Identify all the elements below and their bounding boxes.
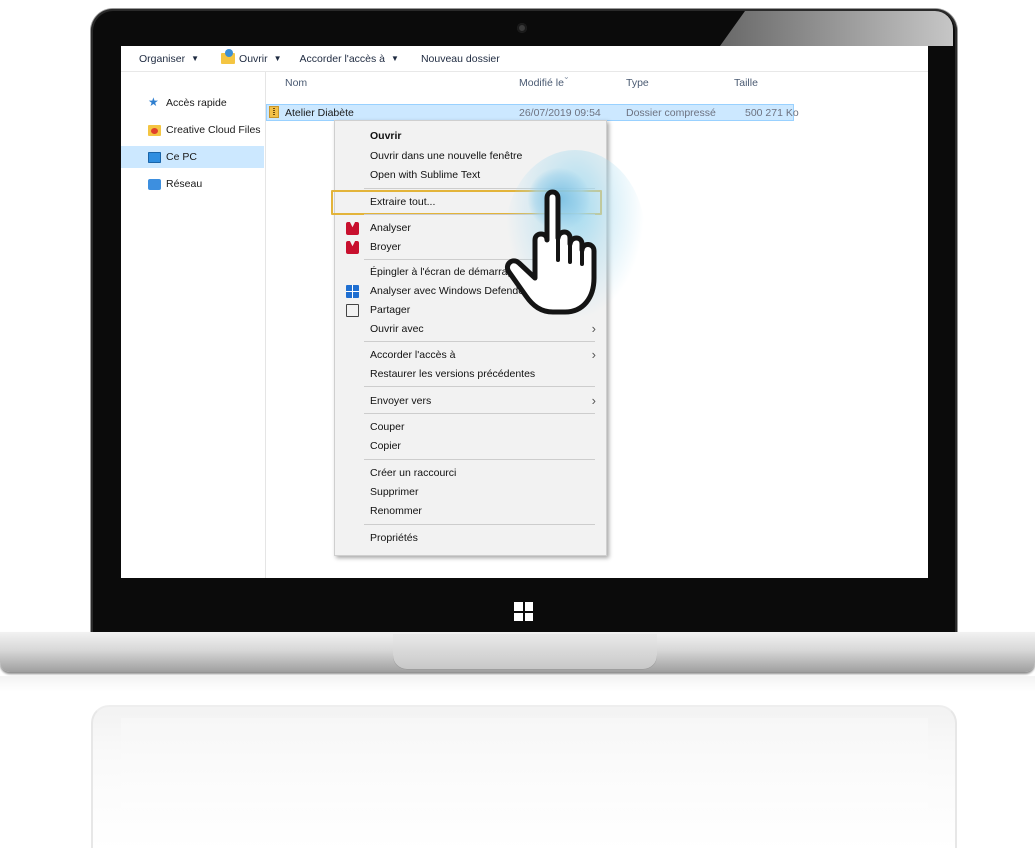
menu-item-label: Supprimer bbox=[370, 486, 419, 498]
nav-item-network[interactable]: Réseau bbox=[121, 173, 265, 195]
menu-item-label: Open with Sublime Text bbox=[370, 169, 481, 181]
menu-item-rename[interactable]: Renommer bbox=[335, 501, 606, 521]
webcam-icon bbox=[517, 23, 527, 33]
network-icon bbox=[148, 178, 161, 190]
menu-item-delete[interactable]: Supprimer bbox=[335, 482, 606, 502]
file-size: 500 271 Ko bbox=[745, 107, 799, 119]
menu-item-open-with[interactable]: Ouvrir avec › bbox=[335, 319, 606, 339]
base-reflection bbox=[0, 676, 1035, 692]
menu-item-properties[interactable]: Propriétés bbox=[335, 528, 606, 548]
menu-item-label: Couper bbox=[370, 421, 405, 433]
pin-icon bbox=[148, 95, 161, 109]
pointing-hand-icon bbox=[504, 189, 597, 315]
windows-logo-icon bbox=[514, 602, 533, 621]
nav-item-quick-access[interactable]: Accès rapide bbox=[121, 92, 265, 114]
nav-item-label: Accès rapide bbox=[166, 97, 227, 109]
menu-item-create-shortcut[interactable]: Créer un raccourci bbox=[335, 463, 606, 483]
bezel-glare bbox=[720, 11, 953, 46]
open-folder-icon bbox=[221, 49, 236, 64]
nav-item-label: Creative Cloud Files bbox=[166, 124, 261, 136]
open-button[interactable]: Ouvrir ▼ bbox=[221, 49, 282, 65]
menu-item-label: Envoyer vers bbox=[370, 395, 432, 407]
menu-item-label: Restaurer les versions précédentes bbox=[370, 368, 536, 380]
menu-item-label: Propriétés bbox=[370, 532, 418, 544]
menu-item-label: Partager bbox=[370, 304, 411, 316]
zip-folder-icon bbox=[269, 106, 279, 118]
menu-item-label: Broyer bbox=[370, 241, 401, 253]
sort-chevron-icon: ⌄ bbox=[563, 72, 570, 81]
laptop-mockup: Organiser ▼ Ouvrir ▼ Accorder l'accès à … bbox=[0, 0, 1035, 848]
menu-item-grant-access[interactable]: Accorder l'accès à › bbox=[335, 345, 606, 365]
menu-item-label: Accorder l'accès à bbox=[370, 349, 456, 361]
chevron-down-icon: ▼ bbox=[191, 54, 200, 63]
share-access-label: Accorder l'accès à bbox=[299, 52, 386, 65]
menu-item-restore-versions[interactable]: Restaurer les versions précédentes bbox=[335, 364, 606, 384]
menu-item-label: Ouvrir avec bbox=[370, 323, 424, 335]
open-label: Ouvrir bbox=[239, 52, 268, 65]
column-header-modified[interactable]: Modifié le bbox=[519, 77, 564, 93]
creative-cloud-folder-icon bbox=[148, 124, 161, 136]
menu-separator bbox=[364, 341, 595, 342]
organize-button[interactable]: Organiser ▼ bbox=[139, 53, 199, 65]
nav-item-creative-cloud[interactable]: Creative Cloud Files bbox=[121, 119, 265, 141]
chevron-down-icon: ▼ bbox=[273, 54, 282, 63]
file-type: Dossier compressé bbox=[626, 107, 716, 119]
column-header-type[interactable]: Type bbox=[626, 77, 649, 93]
file-modified: 26/07/2019 09:54 bbox=[519, 107, 601, 119]
organize-label: Organiser bbox=[139, 52, 186, 65]
menu-item-label: Ouvrir dans une nouvelle fenêtre bbox=[370, 150, 523, 162]
screen-reflection bbox=[121, 718, 928, 808]
menu-item-open[interactable]: Ouvrir bbox=[335, 126, 606, 146]
menu-item-label: Analyser bbox=[370, 222, 411, 234]
mcafee-icon bbox=[346, 222, 359, 235]
menu-separator bbox=[364, 413, 595, 414]
share-access-button[interactable]: Accorder l'accès à ▼ bbox=[300, 53, 399, 65]
new-folder-label: Nouveau dossier bbox=[420, 52, 500, 65]
menu-item-label: Créer un raccourci bbox=[370, 467, 457, 479]
share-icon bbox=[346, 304, 359, 317]
chevron-right-icon: › bbox=[591, 347, 596, 362]
menu-item-copy[interactable]: Copier bbox=[335, 436, 606, 456]
menu-separator bbox=[364, 524, 595, 525]
chevron-right-icon: › bbox=[591, 321, 596, 336]
file-name: Atelier Diabète bbox=[285, 107, 354, 119]
nav-item-label: Réseau bbox=[166, 178, 203, 190]
menu-item-label: Ouvrir bbox=[370, 130, 402, 142]
menu-item-cut[interactable]: Couper bbox=[335, 417, 606, 437]
menu-item-label: Copier bbox=[370, 440, 401, 452]
menu-separator bbox=[364, 386, 595, 387]
menu-item-send-to[interactable]: Envoyer vers › bbox=[335, 391, 606, 411]
column-header-size[interactable]: Taille bbox=[734, 77, 758, 93]
nav-item-label: Ce PC bbox=[166, 151, 197, 163]
navigation-pane: Accès rapide Creative Cloud Files Ce PC … bbox=[121, 72, 266, 578]
menu-separator bbox=[364, 459, 595, 460]
column-header-name[interactable]: Nom bbox=[285, 77, 307, 93]
mcafee-icon bbox=[346, 241, 359, 254]
chevron-right-icon: › bbox=[591, 393, 596, 408]
chevron-down-icon: ▼ bbox=[391, 54, 399, 63]
nav-item-this-pc[interactable]: Ce PC bbox=[121, 146, 264, 168]
windows-defender-icon bbox=[346, 285, 359, 298]
computer-icon bbox=[148, 151, 161, 163]
command-bar: Organiser ▼ Ouvrir ▼ Accorder l'accès à … bbox=[121, 46, 928, 72]
laptop-notch bbox=[393, 634, 657, 670]
menu-item-label: Extraire tout... bbox=[370, 196, 436, 208]
new-folder-button[interactable]: Nouveau dossier bbox=[421, 53, 500, 65]
menu-item-label: Renommer bbox=[370, 505, 422, 517]
